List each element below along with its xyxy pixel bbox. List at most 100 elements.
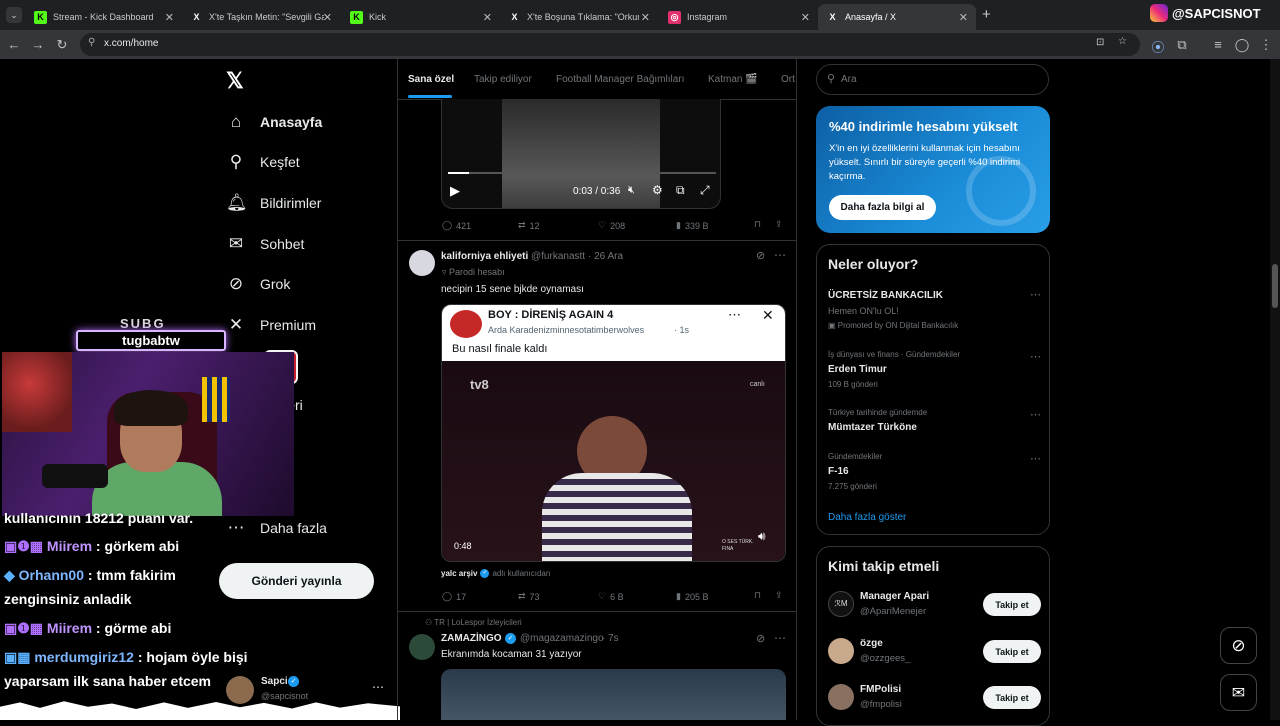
share-icon[interactable]: ⇪ [775, 590, 783, 601]
follow-button[interactable]: Takip et [983, 686, 1041, 709]
install-icon[interactable]: ⊡ [1096, 37, 1104, 48]
more-icon[interactable]: ⋯ [774, 631, 786, 645]
like-button[interactable]: ♡ 208 [598, 220, 625, 231]
trend-item[interactable]: Türkiye tarihinde gündemde Mümtazer Türk… [817, 403, 1049, 443]
author-name[interactable]: kaliforniya ehliyeti [441, 251, 528, 262]
reply-button[interactable]: ◯ 17 [442, 591, 466, 602]
more-icon[interactable]: ⋯ [774, 248, 786, 262]
nav-item-premium[interactable]: ✕ Premium [226, 315, 316, 335]
close-icon[interactable]: ✕ [959, 11, 968, 24]
nav-item-more[interactable]: ⋯ Daha fazla [226, 518, 327, 538]
nav-item-grok[interactable]: ⊘ Grok [226, 274, 290, 294]
share-icon[interactable]: ⇪ [775, 219, 783, 230]
page-scrollbar[interactable] [1270, 59, 1280, 720]
browser-tab[interactable]: K Kick ✕ [342, 4, 500, 30]
follow-button[interactable]: Takip et [983, 593, 1041, 616]
avatar[interactable] [409, 250, 435, 276]
bookmark-star-icon[interactable]: ☆ [1118, 36, 1127, 47]
author-handle[interactable]: @magazamazingo [520, 633, 604, 644]
more-icon[interactable]: ⋯ [372, 680, 384, 694]
source-name[interactable]: yalc arşiv [441, 569, 477, 578]
browser-tab[interactable]: K Stream - Kick Dashboard ✕ [26, 4, 182, 30]
x-logo-icon[interactable]: 𝕏 [226, 68, 244, 94]
premium-learn-more-button[interactable]: Daha fazla bilgi al [829, 195, 936, 220]
nav-item-explore[interactable]: ⚲ Keşfet [226, 152, 300, 172]
menu-icon[interactable]: ⋮ [1258, 37, 1274, 53]
tab-for-you[interactable]: Sana özel [408, 74, 454, 85]
nav-item-notifications[interactable]: 🔔︎ Bildirimler [226, 193, 321, 213]
browser-tab-active[interactable]: X Anasayfa / X ✕ [818, 4, 976, 30]
tab-more[interactable]: Ort [781, 74, 795, 85]
close-icon[interactable]: ✕ [801, 11, 810, 24]
pip-icon[interactable]: ⧉ [676, 183, 685, 198]
nav-item-home[interactable]: ⌂ Anasayfa [226, 112, 322, 132]
settings-icon[interactable]: ⚙ [652, 183, 663, 197]
repost-button[interactable]: ⇄ 12 [518, 220, 540, 231]
more-icon[interactable]: ⋯ [1030, 452, 1041, 465]
tab-search-icon[interactable]: ⌄ [6, 7, 22, 23]
search-input[interactable]: ⚲ Ara [816, 64, 1049, 95]
trend-item[interactable]: Gündemdekiler F-16 7.275 gönderi ⋯ [817, 447, 1049, 499]
close-icon[interactable]: ✕ [483, 11, 492, 24]
fullscreen-icon[interactable]: ⤢ [700, 183, 710, 198]
tweet[interactable]: ⚇ TR | LoLespor İzleyicileri ZAMAZİNGO ✓… [398, 612, 796, 720]
post-button[interactable]: Gönderi yayınla [219, 563, 374, 599]
bookmark-icon[interactable]: ⊓ [754, 219, 761, 230]
trend-item[interactable]: İş dünyası ve finans · Gündemdekiler Erd… [817, 345, 1049, 397]
show-more-link[interactable]: Daha fazla göster [828, 512, 906, 523]
tweet[interactable]: kaliforniya ehliyeti @furkanastt · 26 Ar… [398, 241, 796, 611]
more-icon[interactable]: ⋯ [1030, 408, 1041, 421]
follow-button[interactable]: Takip et [983, 640, 1041, 663]
browser-tab[interactable]: X X'te Taşkın Metin: "Sevgili Gala ✕ [182, 4, 340, 30]
trend-item[interactable]: ÜCRETSİZ BANKACILIK Hemen ON'lu OL! ▣ Pr… [817, 285, 1049, 337]
address-bar[interactable]: ⚲ x.com/home ⊡ ☆ [80, 33, 1140, 56]
grok-icon[interactable]: ⊘ [756, 249, 765, 262]
views-button[interactable]: ▮ 205 B [676, 591, 708, 602]
tab-community-fm[interactable]: Football Manager Bağımlıları [556, 74, 684, 85]
author-handle[interactable]: @furkanastt [531, 251, 585, 262]
like-button[interactable]: ♡ 6 B [598, 591, 624, 602]
follow-suggestion[interactable]: FMPolisi @fmpolisi Takip et [817, 676, 1049, 720]
back-icon[interactable]: ← [6, 37, 22, 52]
more-icon[interactable]: ⋯ [1030, 350, 1041, 363]
play-icon[interactable]: ▶ [450, 183, 460, 199]
embedded-video[interactable]: BOY : DİRENİŞ AGAIN 4 Arda Karadenizminn… [441, 304, 786, 562]
tab-katman[interactable]: Katman 🎬 [708, 74, 758, 85]
volume-icon[interactable]: 🔇︎ [628, 184, 635, 197]
scrollbar-thumb[interactable] [1272, 264, 1278, 308]
reload-icon[interactable]: ↻ [54, 37, 70, 53]
profile-icon[interactable]: ◯ [1234, 37, 1250, 53]
follow-suggestion[interactable]: ℛM Manager Apari @ApariMenejer Takip et [817, 583, 1049, 627]
forward-icon[interactable]: → [30, 37, 46, 52]
nav-item-messages[interactable]: ✉ Sohbet [226, 234, 305, 254]
messages-floating-button[interactable]: ✉ [1220, 674, 1257, 711]
post-time[interactable]: · 7s [602, 633, 619, 644]
repost-button[interactable]: ⇄ 73 [518, 591, 540, 602]
grok-icon[interactable]: ⊘ [756, 632, 765, 645]
new-tab-icon[interactable]: + [982, 6, 991, 23]
post-date[interactable]: · 26 Ara [588, 251, 623, 262]
account-switcher[interactable]: Sapci ✓ @sapcisnot ⋯ [226, 674, 386, 708]
tab-following[interactable]: Takip ediliyor [474, 74, 532, 85]
close-icon[interactable]: ✕ [323, 11, 332, 24]
video-player[interactable]: ▶ 0:03 / 0:36 🔇︎ ⚙ ⧉ ⤢ [441, 99, 721, 209]
browser-tab[interactable]: X X'te Boşuna Tıklama: "Orkun Işı ✕ [500, 4, 658, 30]
media-icon[interactable]: ≡ [1210, 37, 1226, 52]
follow-suggestion[interactable]: özge @ozzgees_ Takip et [817, 630, 1049, 674]
avatar[interactable] [409, 634, 435, 660]
bookmark-icon[interactable]: ⊓ [754, 590, 761, 601]
more-icon[interactable]: ⋯ [1030, 288, 1041, 301]
extension-icon[interactable]: ⦿ [1150, 37, 1166, 56]
author-name[interactable]: ZAMAZİNGO [441, 633, 502, 644]
extensions-puzzle-icon[interactable]: ⧉ [1174, 37, 1190, 53]
close-icon[interactable]: ✕ [641, 11, 650, 24]
post-image[interactable] [441, 669, 786, 720]
browser-tab[interactable]: ◎ Instagram ✕ [660, 4, 818, 30]
grok-floating-button[interactable]: ⊘ [1220, 627, 1257, 664]
close-icon[interactable]: ✕ [165, 11, 174, 24]
reply-button[interactable]: ◯ 421 [442, 220, 471, 231]
community-context[interactable]: ⚇ TR | LoLespor İzleyicileri [425, 618, 522, 627]
site-info-icon[interactable]: ⚲ [88, 37, 95, 48]
views-button[interactable]: ▮ 339 B [676, 220, 708, 231]
video-progress-track[interactable] [448, 172, 716, 174]
